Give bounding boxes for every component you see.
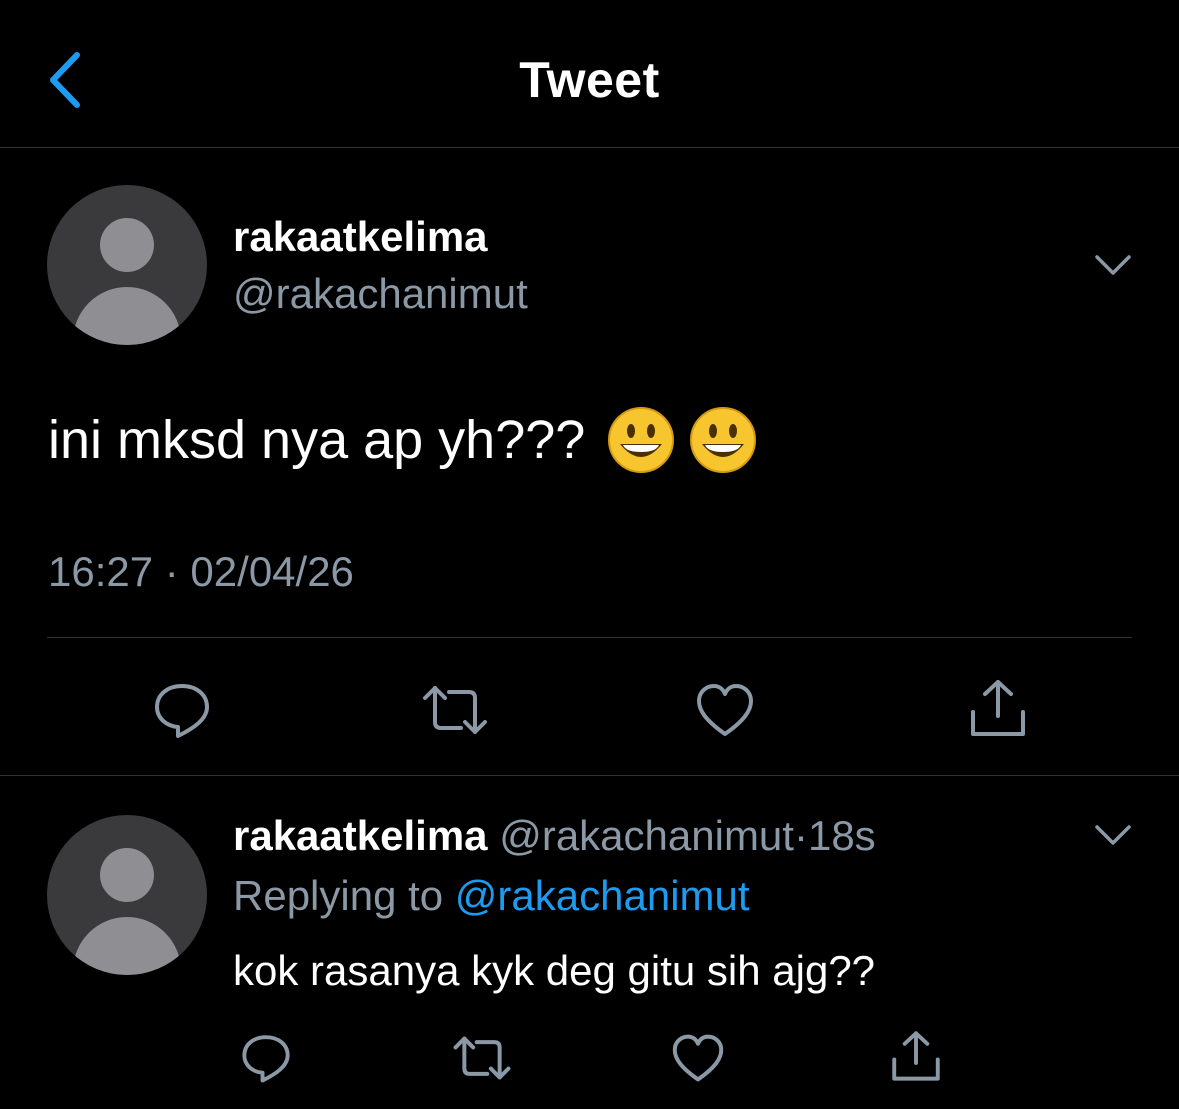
avatar-head (100, 218, 154, 272)
tweet-options-button[interactable] (1088, 815, 1138, 855)
reply-button[interactable] (150, 678, 214, 742)
like-button[interactable] (670, 1030, 726, 1086)
avatar-head (100, 848, 154, 902)
retweet-button[interactable] (451, 1030, 513, 1086)
retweet-icon (453, 1036, 511, 1080)
chevron-down-icon (1095, 255, 1131, 275)
divider (47, 637, 1132, 638)
reply-body: kok rasanya kyk deg gitu sih ajg?? (233, 947, 876, 994)
reply-icon (155, 684, 209, 738)
retweet-button[interactable] (420, 678, 490, 742)
display-name[interactable]: rakaatkelima (233, 213, 488, 261)
user-handle[interactable]: @rakachanimut (233, 270, 528, 318)
like-icon (697, 684, 753, 736)
user-handle[interactable]: @rakachanimut (499, 812, 794, 859)
avatar-body (73, 917, 181, 975)
reply-header: rakaatkelima @rakachanimut·18s (233, 812, 876, 860)
retweet-icon (423, 686, 487, 734)
smiley-emoji-icon (608, 407, 675, 473)
reply-button[interactable] (238, 1030, 294, 1086)
tweet-timestamp[interactable]: 16:27 · 02/04/26 (48, 548, 354, 596)
avatar-body (73, 287, 181, 345)
time-ago[interactable]: 18s (808, 812, 876, 859)
meta-separator: · (793, 812, 808, 859)
divider (0, 775, 1179, 776)
replying-to-label: Replying to (233, 872, 444, 919)
tweet-text: ini mksd nya ap yh??? (48, 400, 757, 480)
share-button[interactable] (966, 674, 1030, 742)
replying-to: Replying to @rakachanimut (233, 872, 750, 920)
like-icon (672, 1034, 724, 1082)
mention-link[interactable]: @rakachanimut (455, 872, 750, 919)
avatar[interactable] (47, 815, 207, 975)
display-name[interactable]: rakaatkelima (233, 812, 488, 859)
share-button[interactable] (887, 1026, 945, 1086)
chevron-down-icon (1095, 825, 1131, 845)
top-nav-bar: Tweet (0, 0, 1179, 148)
like-button[interactable] (693, 678, 757, 742)
reply-icon (242, 1035, 290, 1083)
page-title: Tweet (519, 52, 660, 108)
share-icon (892, 1031, 940, 1081)
tweet-body: ini mksd nya ap yh??? (48, 410, 586, 470)
smiley-emoji-icon (690, 407, 757, 473)
avatar[interactable] (47, 185, 207, 345)
share-icon (971, 680, 1025, 736)
tweet-options-button[interactable] (1088, 245, 1138, 285)
